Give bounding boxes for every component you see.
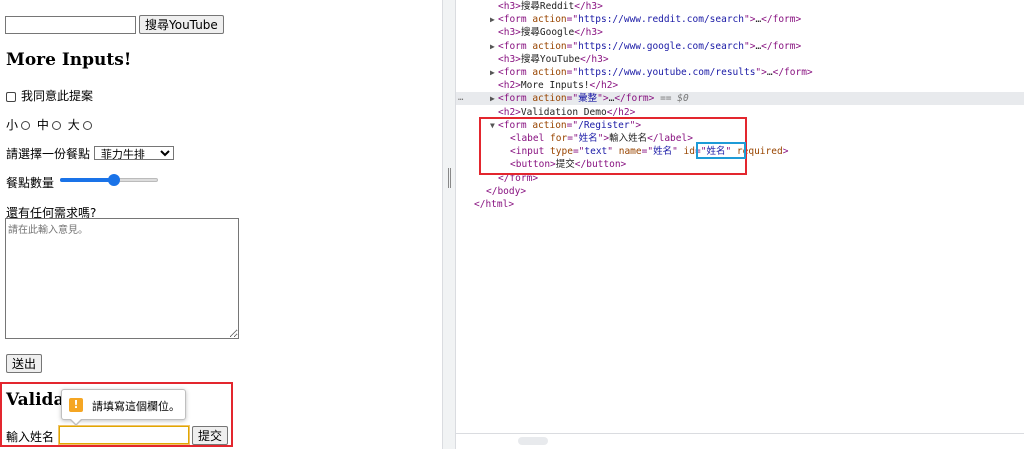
size-option-label: 中 xyxy=(36,118,49,132)
expand-triangle-icon[interactable]: ▶ xyxy=(490,13,498,26)
meal-row: 請選擇一份餐點 菲力牛排 xyxy=(6,145,174,162)
meal-select[interactable]: 菲力牛排 xyxy=(93,146,174,160)
expand-triangle-icon[interactable]: ▶ xyxy=(490,40,498,53)
dom-node-line[interactable]: <h3>搜尋Google</h3> xyxy=(456,26,1024,39)
size-radio-small[interactable] xyxy=(21,121,31,130)
node-menu-ellipsis-button[interactable]: … xyxy=(458,92,463,105)
agree-checkbox[interactable] xyxy=(6,91,16,102)
youtube-search-input[interactable] xyxy=(5,16,136,34)
dom-node-line[interactable]: <h3>搜尋YouTube</h3> xyxy=(456,53,1024,66)
quantity-label: 餐點數量 xyxy=(6,176,55,190)
warning-icon: ! xyxy=(69,398,83,412)
expand-triangle-icon[interactable]: ▶ xyxy=(490,66,498,79)
validation-tooltip: ! 請填寫這個欄位。 xyxy=(61,389,186,426)
devtools-footer xyxy=(456,433,1024,449)
quantity-row: 餐點數量 xyxy=(6,174,54,191)
dom-node-line[interactable]: ▶ <form action="https://www.reddit.com/se… xyxy=(456,13,1024,26)
tooltip-message: 請填寫這個欄位。 xyxy=(92,400,180,413)
name-label: 輸入姓名 xyxy=(6,430,55,444)
required-highlight-box xyxy=(696,142,746,159)
slider-fill xyxy=(60,178,114,182)
quantity-slider[interactable] xyxy=(60,173,158,187)
devtools-elements-panel: <h3>搜尋Reddit</h3> ▶ <form action="https://… xyxy=(456,0,1024,449)
name-input[interactable] xyxy=(58,425,190,445)
dom-node-line[interactable]: <h2>More Inputs!</h2> xyxy=(456,79,1024,92)
dom-node-line[interactable]: </body> xyxy=(456,185,1024,198)
agree-row: 我同意此提案 xyxy=(6,87,93,104)
tooltip-arrow-fill xyxy=(71,419,81,424)
meal-label: 請選擇一份餐點 xyxy=(6,147,91,161)
more-inputs-heading: More Inputs! xyxy=(6,50,132,70)
submit-button[interactable]: 送出 xyxy=(6,354,43,373)
size-option-label: 大 xyxy=(67,118,80,132)
name-submit-button[interactable]: 提交 xyxy=(192,426,229,445)
expand-triangle-icon[interactable]: ▶ xyxy=(490,92,498,105)
size-radio-large[interactable] xyxy=(82,121,92,130)
size-radio-group: 小 中 大 xyxy=(6,116,95,133)
youtube-search-button[interactable]: 搜尋YouTube xyxy=(139,15,224,34)
dom-node-line[interactable]: ▶ <form action="https://www.google.com/se… xyxy=(456,40,1024,53)
size-option-label: 小 xyxy=(6,118,19,132)
dom-node-line[interactable]: ▶ <form action="https://www.youtube.com/r… xyxy=(456,66,1024,79)
dom-node-line[interactable]: ▶ <form action="彙整">…</form> == $0… xyxy=(456,92,1024,106)
pane-splitter[interactable] xyxy=(442,0,456,449)
dom-node-line[interactable]: </html> xyxy=(456,198,1024,211)
dom-node-line[interactable]: <h3>搜尋Reddit</h3> xyxy=(456,0,1024,13)
agree-label: 我同意此提案 xyxy=(21,89,94,103)
size-radio-medium[interactable] xyxy=(51,121,61,130)
splitter-grip-icon[interactable] xyxy=(448,168,451,188)
slider-thumb[interactable] xyxy=(107,174,120,186)
horizontal-scrollbar[interactable] xyxy=(518,437,548,445)
needs-textarea[interactable] xyxy=(5,218,239,339)
page-viewport: 搜尋YouTube More Inputs! 我同意此提案 小 中 大 請選擇一… xyxy=(0,0,442,449)
